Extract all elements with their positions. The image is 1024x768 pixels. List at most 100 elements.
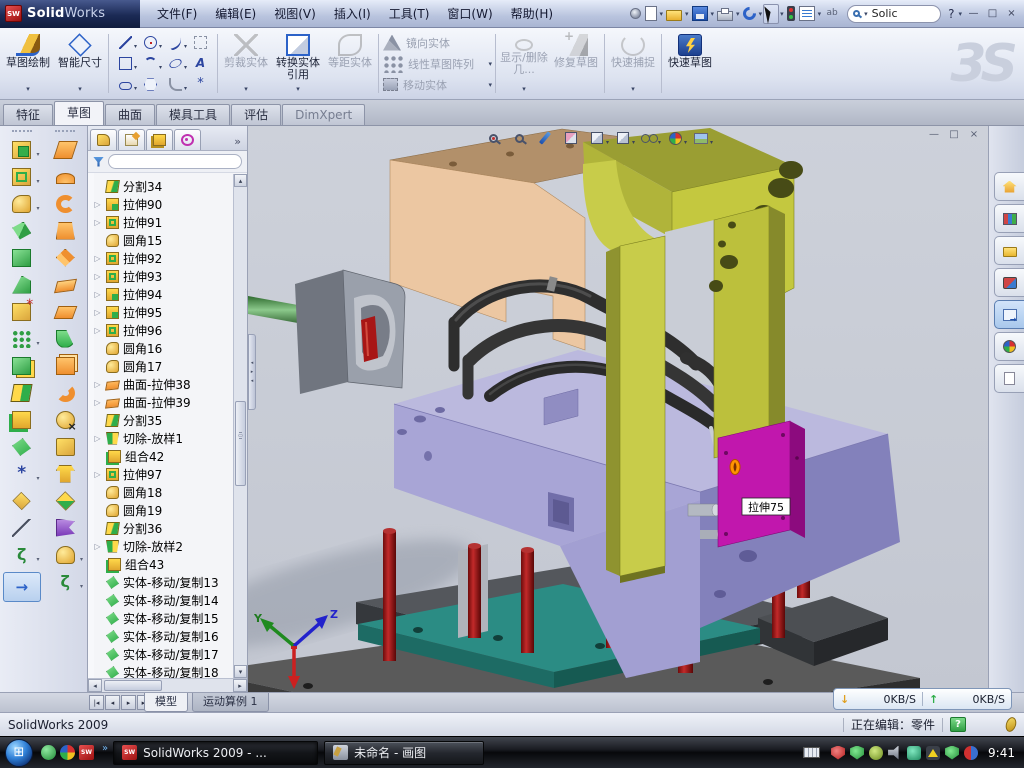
- defender-green-icon[interactable]: [945, 746, 959, 760]
- tree-item[interactable]: 分割34: [91, 177, 247, 195]
- hide-show-items-icon[interactable]: ▾: [638, 129, 660, 148]
- menu-item-1[interactable]: 编辑(E): [206, 1, 265, 27]
- chevron-icon[interactable]: »: [102, 743, 108, 754]
- tree-item[interactable]: ▷拉伸93: [91, 267, 247, 285]
- dropdown-arrow-icon[interactable]: ▾: [709, 139, 714, 146]
- propertymanager-tab[interactable]: [118, 129, 145, 150]
- first-tab-button[interactable]: |◂: [89, 695, 104, 710]
- selection-box-tool[interactable]: [188, 32, 213, 53]
- combine-button[interactable]: [0, 406, 44, 433]
- expander-icon[interactable]: ▷: [93, 326, 102, 335]
- security-red-icon[interactable]: [831, 746, 845, 760]
- toolbox-tab[interactable]: [994, 268, 1024, 297]
- featuremanager-tab[interactable]: [90, 129, 117, 150]
- rapid-sketch-button[interactable]: 快速草图: [664, 30, 716, 97]
- view-orientation-icon[interactable]: ▾: [586, 129, 608, 148]
- tree-item[interactable]: 实体-移动/复制17: [91, 645, 247, 663]
- expander-icon[interactable]: ▷: [93, 470, 102, 479]
- search-box[interactable]: ▾: [847, 5, 941, 23]
- panel-more-button[interactable]: »: [234, 135, 245, 150]
- extruded-cut-button[interactable]: ▾: [0, 163, 44, 190]
- search-dropdown-icon[interactable]: ▾: [863, 10, 869, 18]
- expander-icon[interactable]: ▷: [93, 272, 102, 281]
- expander-icon[interactable]: ▷: [93, 290, 102, 299]
- dome-button[interactable]: ▾: [44, 541, 88, 568]
- tree-item[interactable]: ▷拉伸97: [91, 465, 247, 483]
- menu-item-5[interactable]: 窗口(W): [438, 1, 501, 27]
- vscroll-thumb[interactable]: [235, 401, 246, 487]
- expander-icon[interactable]: ▷: [93, 308, 102, 317]
- tree-item[interactable]: 圆角18: [91, 483, 247, 501]
- freeform-button[interactable]: [44, 514, 88, 541]
- taskbar-task-0[interactable]: SWSolidWorks 2009 - ...: [113, 741, 318, 765]
- spline-tool[interactable]: ▾: [163, 32, 188, 53]
- menu-item-4[interactable]: 工具(T): [380, 1, 439, 27]
- magnified-selection-icon[interactable]: [534, 129, 556, 148]
- polygon-tool[interactable]: [138, 74, 163, 95]
- dropdown-arrow-icon[interactable]: ▾: [683, 139, 688, 146]
- tree-item[interactable]: 组合42: [91, 447, 247, 465]
- lofted-surface-button[interactable]: [44, 217, 88, 244]
- display-style-icon[interactable]: ▾: [612, 129, 634, 148]
- dropdown-arrow-icon[interactable]: ▾: [487, 60, 493, 68]
- filter-input[interactable]: [108, 154, 242, 169]
- extruded-boss-button[interactable]: ▾: [0, 136, 44, 163]
- tab-曲面[interactable]: 曲面: [105, 104, 155, 125]
- tree-item[interactable]: 圆角17: [91, 357, 247, 375]
- update-badge-icon[interactable]: [869, 746, 883, 760]
- copy-body-button[interactable]: [0, 352, 44, 379]
- restore-button[interactable]: □: [983, 6, 1002, 22]
- dropdown-arrow-icon[interactable]: ▾: [487, 81, 493, 89]
- reference-geometry-button[interactable]: *▾: [0, 460, 44, 487]
- hscroll-thumb[interactable]: [104, 680, 162, 691]
- save-icon[interactable]: [690, 4, 710, 24]
- search-input[interactable]: [872, 7, 924, 20]
- dropdown-arrow-icon[interactable]: ▾: [35, 556, 40, 563]
- knit-surface-button[interactable]: [44, 271, 88, 298]
- model-canvas[interactable]: 拉伸75 Y Z X: [248, 126, 988, 692]
- tree-item[interactable]: ▷拉伸92: [91, 249, 247, 267]
- delete-body-button[interactable]: [44, 406, 88, 433]
- body-swap-button[interactable]: [44, 487, 88, 514]
- dropdown-arrow-icon[interactable]: ▾: [25, 83, 31, 95]
- tab-DimXpert[interactable]: DimXpert: [282, 104, 365, 125]
- arc-tool[interactable]: ▾: [138, 53, 163, 74]
- section-view-icon[interactable]: [560, 129, 582, 148]
- dropdown-arrow-icon[interactable]: ▾: [35, 178, 40, 185]
- dropdown-arrow-icon[interactable]: ▾: [35, 151, 40, 158]
- tree-item[interactable]: ▷切除-放样1: [91, 429, 247, 447]
- toolbar-grip[interactable]: [12, 130, 32, 133]
- prev-tab-button[interactable]: ◂: [105, 695, 120, 710]
- tree-hscrollbar[interactable]: ◂ ▸: [88, 678, 247, 692]
- help-button[interactable]: ?: [946, 7, 956, 21]
- tree-item[interactable]: ▷拉伸94: [91, 285, 247, 303]
- tree-item[interactable]: 分割35: [91, 411, 247, 429]
- tree-item[interactable]: ▷拉伸96: [91, 321, 247, 339]
- revolved-boss-button[interactable]: [44, 136, 88, 163]
- dropdown-arrow-icon[interactable]: ▾: [77, 83, 83, 95]
- move-copy-body-button[interactable]: [0, 433, 44, 460]
- zoom-to-fit-icon[interactable]: [482, 129, 504, 148]
- tree-item[interactable]: ▷拉伸95: [91, 303, 247, 321]
- boundary-boss-button[interactable]: [44, 325, 88, 352]
- launch-browser-icon[interactable]: [60, 745, 75, 760]
- appearances-scenes-tab[interactable]: [994, 300, 1024, 329]
- pin-icon[interactable]: [628, 4, 643, 24]
- tree-item[interactable]: 实体-移动/复制15: [91, 609, 247, 627]
- revolved-cut-button[interactable]: [44, 163, 88, 190]
- expander-icon[interactable]: ▷: [93, 200, 102, 209]
- part-magenta-block[interactable]: [718, 421, 805, 547]
- sketch-button[interactable]: 草图绘制▾: [2, 30, 54, 97]
- undo-icon[interactable]: [741, 4, 758, 24]
- zoom-to-area-icon[interactable]: [508, 129, 530, 148]
- sketch-fillet-tool[interactable]: ▾: [163, 74, 188, 95]
- tab-特征[interactable]: 特征: [3, 104, 53, 125]
- dropdown-arrow-icon[interactable]: ▾: [521, 83, 527, 95]
- tree-item[interactable]: 分割36: [91, 519, 247, 537]
- tree-item[interactable]: ▷曲面-拉伸38: [91, 375, 247, 393]
- volume-icon[interactable]: [888, 746, 902, 760]
- configurationmanager-tab[interactable]: [146, 129, 173, 150]
- close-button[interactable]: ×: [1002, 6, 1021, 22]
- line-tool[interactable]: ▾: [113, 32, 138, 53]
- expander-icon[interactable]: ▷: [93, 218, 102, 227]
